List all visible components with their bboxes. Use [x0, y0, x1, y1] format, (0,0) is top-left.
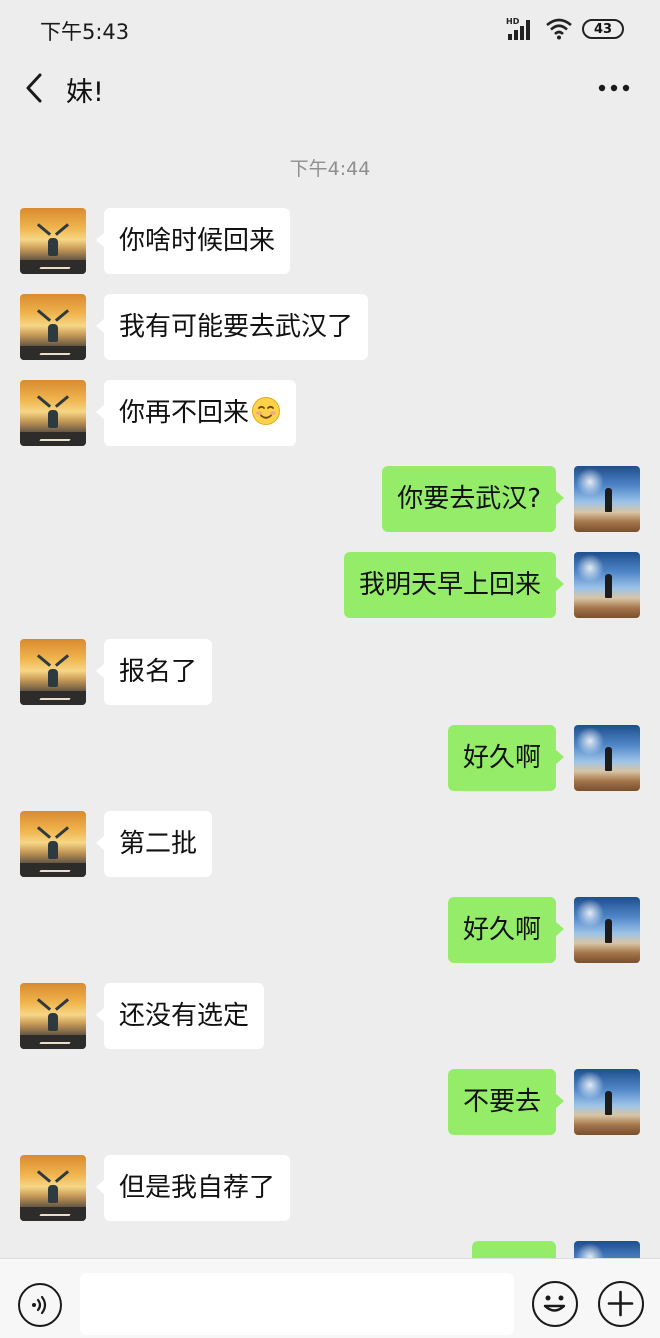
more-dots-icon	[598, 84, 630, 92]
message-bubble[interactable]: 你啥时候回来	[95, 208, 291, 274]
network-badge: HD	[506, 17, 520, 26]
message-text: 你啥时候回来	[119, 226, 276, 256]
contact-avatar[interactable]	[20, 639, 86, 705]
message-bubble[interactable]: 我明天早上回来	[343, 552, 565, 618]
message-row: 不要去	[0, 1069, 660, 1135]
message-bubble[interactable]: 还没有选定	[95, 983, 265, 1049]
message-row: 我明天早上回来	[0, 552, 660, 618]
message-text: 第二批	[119, 829, 198, 859]
status-time: 下午5:43	[40, 20, 130, 44]
message-bubble[interactable]: 报名了	[95, 639, 213, 705]
message-bubble[interactable]: 但是我自荐了	[95, 1155, 291, 1221]
message-input[interactable]	[80, 1273, 514, 1335]
back-button[interactable]	[14, 66, 54, 110]
message-text: 好久啊	[462, 915, 541, 945]
plus-icon	[607, 1290, 634, 1317]
contact-avatar[interactable]	[20, 294, 86, 360]
message-row: 你再不回来	[0, 380, 660, 446]
message-text: 还没有选定	[119, 1001, 250, 1031]
battery-icon: 43	[582, 19, 624, 39]
contact-avatar[interactable]	[20, 208, 86, 274]
contact-avatar[interactable]	[20, 983, 86, 1049]
plus-button[interactable]	[598, 1281, 644, 1327]
message-bubble[interactable]: 不要去	[447, 1069, 565, 1135]
smile-emoji-icon	[252, 397, 281, 425]
message-bubble[interactable]: 第二批	[95, 811, 213, 877]
message-row: 但是我自荐了	[0, 1155, 660, 1221]
message-row: 好久啊	[0, 897, 660, 963]
chat-title: 妹!	[66, 77, 104, 108]
contact-avatar[interactable]	[20, 811, 86, 877]
message-row: 还没有选定	[0, 983, 660, 1049]
chevron-left-icon	[26, 73, 42, 103]
voice-icon	[32, 1295, 47, 1315]
my-avatar[interactable]	[574, 725, 640, 791]
my-avatar[interactable]	[574, 897, 640, 963]
emoji-icon	[543, 1295, 566, 1312]
contact-avatar[interactable]	[20, 380, 86, 446]
message-row: 第二批	[0, 811, 660, 877]
message-bubble[interactable]: 好久啊	[447, 897, 565, 963]
message-row: 我有可能要去武汉了	[0, 294, 660, 360]
message-text: 你要去武汉?	[397, 484, 541, 514]
battery-level: 43	[593, 21, 613, 37]
message-text: 我明天早上回来	[358, 570, 541, 600]
message-text: 我有可能要去武汉了	[119, 312, 354, 342]
message-text: 你再不回来	[119, 398, 250, 428]
status-bar: 下午5:43 HD 43	[0, 0, 660, 56]
message-bubble[interactable]: 你要去武汉?	[382, 466, 564, 532]
status-icons: HD 43	[506, 16, 624, 42]
my-avatar[interactable]	[574, 552, 640, 618]
emoji-button[interactable]	[532, 1281, 578, 1327]
input-bar	[0, 1258, 660, 1338]
contact-avatar[interactable]	[20, 1155, 86, 1221]
message-row: 你啥时候回来	[0, 208, 660, 274]
signal-icon: HD	[506, 17, 530, 40]
message-text: 但是我自荐了	[119, 1173, 276, 1203]
message-text: 不要去	[462, 1087, 541, 1117]
chat-timestamp: 下午4:44	[289, 158, 371, 180]
wifi-icon	[546, 18, 572, 40]
message-text: 报名了	[119, 657, 198, 687]
nav-bar: 妹!	[0, 56, 660, 124]
message-row: 你要去武汉?	[0, 466, 660, 532]
message-row: 报名了	[0, 639, 660, 705]
message-bubble[interactable]: 我有可能要去武汉了	[95, 294, 369, 360]
voice-button[interactable]	[18, 1283, 62, 1327]
message-bubble[interactable]: 好久啊	[447, 725, 565, 791]
message-text: 好久啊	[462, 743, 541, 773]
more-button[interactable]	[592, 70, 636, 106]
my-avatar[interactable]	[574, 466, 640, 532]
my-avatar[interactable]	[574, 1069, 640, 1135]
message-row: 好久啊	[0, 725, 660, 791]
message-bubble[interactable]: 你再不回来	[95, 380, 297, 446]
